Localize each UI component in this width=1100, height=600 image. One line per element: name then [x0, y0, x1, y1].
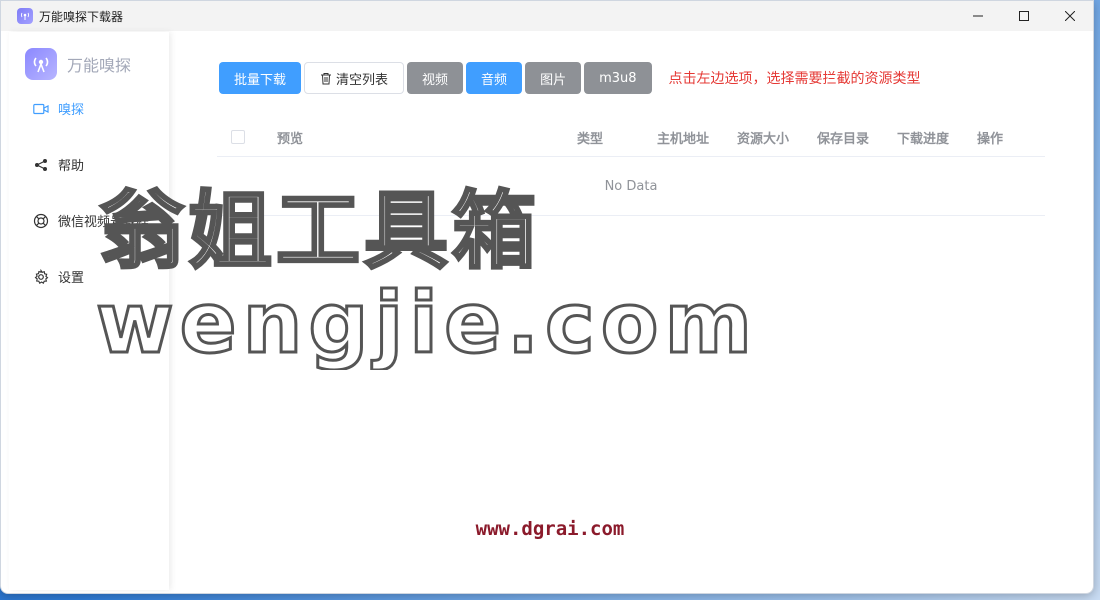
clear-list-button[interactable]: 清空列表 [304, 62, 405, 94]
table-empty-row: No Data [217, 157, 1045, 216]
batch-download-button[interactable]: 批量下载 [219, 62, 302, 94]
maximize-button[interactable] [1001, 1, 1047, 31]
sidebar-item-label: 帮助 [58, 159, 85, 174]
column-size: 资源大小 [737, 131, 790, 147]
column-save-dir: 保存目录 [817, 131, 870, 147]
sidebar: 万能嗅探 嗅探 帮助 微信视频号教程 设置 [9, 32, 169, 590]
share-icon [33, 157, 49, 173]
column-host: 主机地址 [657, 131, 710, 147]
minimize-icon [973, 15, 983, 17]
antenna-logo-icon [25, 48, 57, 80]
table-header: 预览 类型 主机地址 资源大小 保存目录 下载进度 操作 [217, 118, 1045, 157]
select-all-checkbox[interactable] [231, 130, 245, 144]
sidebar-item-settings[interactable]: 设置 [33, 267, 84, 286]
app-logo-icon [17, 8, 33, 24]
sidebar-item-wechat-tutorial[interactable]: 微信视频号教程 [33, 211, 149, 230]
sidebar-item-label: 嗅探 [58, 103, 85, 118]
sidebar-item-sniff[interactable]: 嗅探 [33, 99, 84, 118]
column-preview: 预览 [277, 131, 304, 147]
column-type: 类型 [577, 131, 604, 147]
filter-m3u8-button[interactable]: m3u8 [584, 62, 652, 94]
filter-video-button[interactable]: 视频 [407, 62, 464, 94]
close-icon [1065, 11, 1075, 21]
minimize-button[interactable] [955, 1, 1001, 31]
sidebar-item-label: 设置 [58, 271, 85, 286]
gear-icon [33, 268, 49, 285]
title-bar[interactable]: 万能嗅探下载器 [1, 1, 1093, 31]
empty-text: No Data [604, 178, 658, 194]
toolbar: 批量下载 清空列表 视频 音频 图片 m3u8 点击左边选项，选择需要拦截的资源… [219, 62, 921, 94]
clear-list-label: 清空列表 [336, 72, 389, 88]
resource-type-hint: 点击左边选项，选择需要拦截的资源类型 [668, 71, 921, 87]
sidebar-item-label: 微信视频号教程 [58, 215, 150, 230]
main-content: 批量下载 清空列表 视频 音频 图片 m3u8 点击左边选项，选择需要拦截的资源… [169, 32, 1093, 593]
resource-table: 预览 类型 主机地址 资源大小 保存目录 下载进度 操作 No Data [217, 118, 1045, 216]
close-button[interactable] [1047, 1, 1093, 31]
filter-audio-button[interactable]: 音频 [466, 62, 523, 94]
maximize-icon [1019, 11, 1029, 21]
brand-name: 万能嗅探 [67, 56, 132, 75]
app-window: 万能嗅探下载器 万能嗅探 嗅探 帮助 微信视频号教程 设置 批量下载 清空列表 … [0, 0, 1094, 594]
trash-icon [320, 72, 332, 85]
filter-image-button[interactable]: 图片 [525, 62, 582, 94]
column-progress: 下载进度 [897, 131, 950, 147]
sidebar-item-help[interactable]: 帮助 [33, 155, 84, 174]
column-actions: 操作 [977, 131, 1004, 147]
video-camera-icon [33, 101, 49, 117]
brand: 万能嗅探 [25, 48, 131, 80]
lifebuoy-icon [33, 213, 49, 229]
watermark-footer: www.dgrai.com [475, 518, 625, 540]
window-title: 万能嗅探下载器 [39, 9, 124, 24]
